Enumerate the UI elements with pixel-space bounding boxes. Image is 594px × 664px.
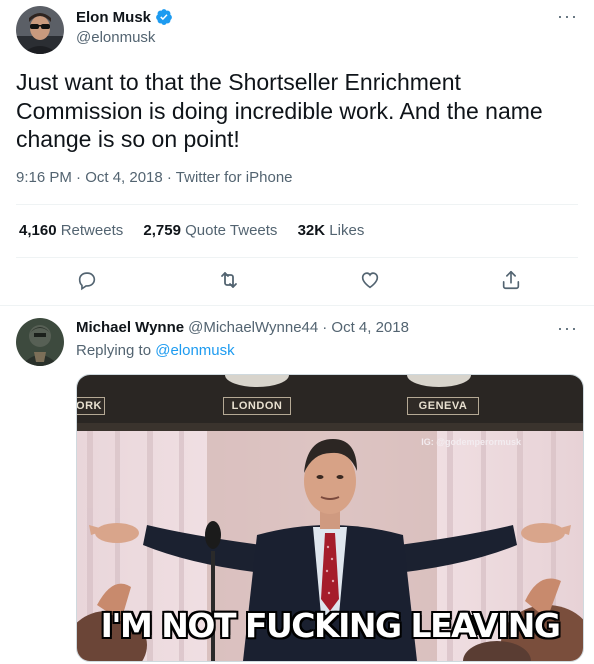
sign-london: LONDON [223, 397, 291, 415]
divider [16, 257, 578, 258]
replying-to: Replying to @elonmusk [76, 342, 235, 359]
reply-button[interactable] [73, 266, 101, 294]
tweet-actions [0, 266, 594, 296]
reply-date[interactable]: · Oct 4, 2018 [322, 319, 409, 336]
reply-author-row: Michael Wynne @MichaelWynne44 · Oct 4, 2… [76, 319, 409, 336]
meme-caption: I'M NOT FUCKING LEAVING [100, 606, 561, 645]
reply-icon [78, 272, 96, 291]
tweet-timestamp[interactable]: 9:16 PM · Oct 4, 2018 · Twitter for iPho… [16, 169, 293, 186]
tweet-more-icon[interactable]: ··· [557, 7, 578, 25]
reply-author-name[interactable]: Michael Wynne [76, 319, 184, 336]
quotes-count: 2,759 [143, 222, 181, 239]
retweets-label: Retweets [60, 222, 124, 239]
likes-count: 32K [297, 222, 326, 239]
share-button[interactable] [497, 266, 525, 294]
likes-label: Likes [329, 222, 365, 239]
sign-left: ORK [77, 397, 105, 415]
share-icon [502, 270, 520, 290]
author-handle-row: @elonmusk [76, 29, 155, 46]
retweet-icon [221, 272, 237, 288]
like-button[interactable] [356, 266, 384, 294]
reply-author-avatar[interactable] [16, 318, 64, 366]
sign-geneva: GENEVA [407, 397, 479, 415]
reply-more-icon[interactable]: ··· [557, 319, 578, 337]
retweets-count: 4,160 [19, 222, 57, 239]
replying-to-handle[interactable]: @elonmusk [155, 342, 234, 359]
divider [0, 305, 594, 306]
tweet-stats: 4,160 Retweets 2,759 Quote Tweets 32K Li… [19, 222, 380, 239]
retweets-stat[interactable]: 4,160 Retweets [19, 222, 123, 239]
reply-author-avatar-image [16, 318, 64, 366]
likes-stat[interactable]: 32K Likes [298, 222, 365, 239]
verified-badge-icon [155, 8, 173, 26]
retweet-button[interactable] [215, 266, 243, 294]
divider [16, 204, 578, 205]
author-name-row: Elon Musk [76, 8, 173, 26]
author-handle[interactable]: @elonmusk [76, 29, 155, 46]
quote-tweets-stat[interactable]: 2,759 Quote Tweets [143, 222, 277, 239]
reply-media-image[interactable]: ORK LONDON GENEVA IG: @godemperormusk I'… [76, 374, 584, 662]
replying-to-prefix: Replying to [76, 342, 152, 359]
quotes-label: Quote Tweets [185, 222, 278, 239]
reply-author-handle[interactable]: @MichaelWynne44 [188, 319, 318, 336]
like-icon [361, 272, 379, 289]
tweet-text: Just want to that the Shortseller Enrich… [16, 69, 543, 152]
meme-watermark: IG: @godemperormusk [421, 437, 521, 447]
author-avatar-image [16, 6, 64, 54]
author-name[interactable]: Elon Musk [76, 9, 151, 26]
author-avatar[interactable] [16, 6, 64, 54]
